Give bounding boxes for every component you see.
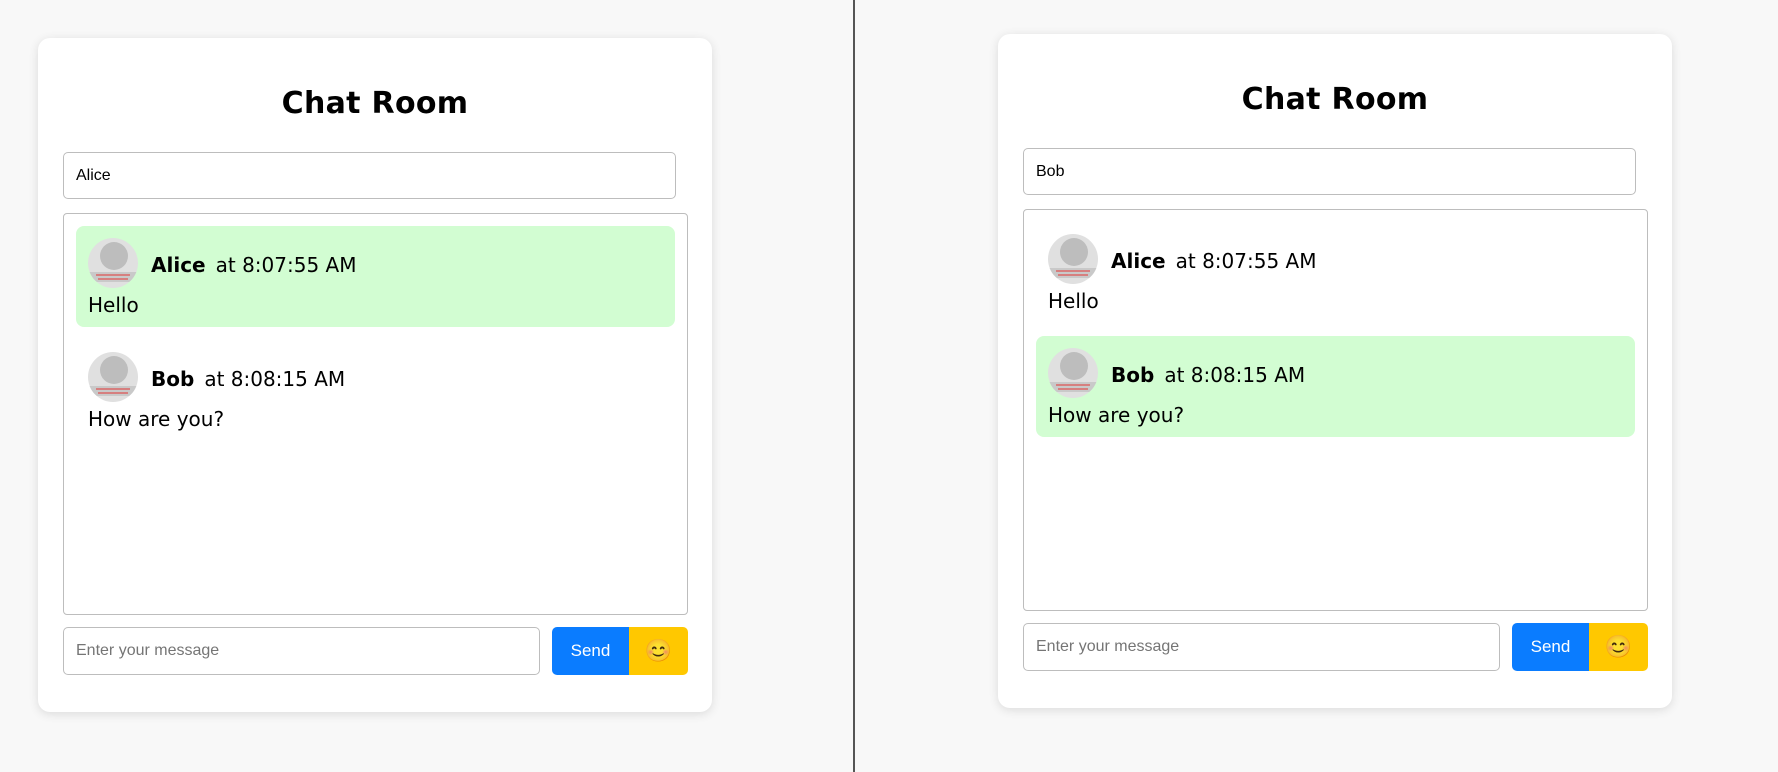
username-input[interactable] bbox=[63, 152, 676, 199]
message-username: Bob bbox=[1111, 363, 1155, 387]
message-header: Bob at 8:08:15 AM bbox=[1111, 363, 1305, 387]
message-item: Alice at 8:07:55 AM Hello bbox=[76, 226, 675, 327]
message-text: Hello bbox=[88, 293, 139, 317]
message-text: Hello bbox=[1048, 289, 1099, 313]
chat-card: Chat Room Alice at 8:07:55 AM Hello Bobat… bbox=[998, 34, 1672, 708]
message-timestamp: at 8:07:55 AM bbox=[215, 253, 357, 277]
emoji-button[interactable]: 😊 bbox=[1589, 623, 1648, 671]
message-timestamp: at 8:07:55 AM bbox=[1175, 249, 1317, 273]
message-input[interactable] bbox=[63, 627, 540, 675]
message-username: Alice bbox=[1111, 249, 1166, 273]
message-timestamp: at 8:08:15 AM bbox=[204, 367, 346, 391]
emoji-button[interactable]: 😊 bbox=[629, 627, 688, 675]
message-username: Bob bbox=[151, 367, 195, 391]
message-header: Bob at 8:08:15 AM bbox=[151, 367, 345, 391]
send-button[interactable]: Send bbox=[552, 627, 629, 675]
page-title: Chat Room bbox=[281, 86, 469, 121]
message-text: How are you? bbox=[88, 407, 225, 431]
left-chat-window: Chat Room Alice at 8:07:55 AM Hello Bobat… bbox=[0, 0, 853, 772]
message-text: How are you? bbox=[1048, 403, 1185, 427]
message-input[interactable] bbox=[1023, 623, 1500, 671]
chat-card: Chat Room Alice at 8:07:55 AM Hello Bobat… bbox=[38, 38, 712, 712]
smiley-icon: 😊 bbox=[644, 638, 673, 663]
message-username: Alice bbox=[151, 253, 206, 277]
avatar bbox=[88, 352, 138, 402]
username-input[interactable] bbox=[1023, 148, 1636, 195]
message-header: Alice at 8:07:55 AM bbox=[151, 253, 356, 277]
message-timestamp: at 8:08:15 AM bbox=[1164, 363, 1306, 387]
page-title: Chat Room bbox=[1241, 82, 1429, 117]
right-chat-window: Chat Room Alice at 8:07:55 AM Hello Bobat… bbox=[855, 0, 1778, 772]
message-list[interactable]: Alice at 8:07:55 AM Hello Bob at 8:08:15 A… bbox=[1023, 209, 1648, 611]
message-item: Alice at 8:07:55 AM Hello bbox=[1036, 222, 1635, 323]
avatar bbox=[1048, 234, 1098, 284]
smiley-icon: 😊 bbox=[1604, 634, 1633, 659]
message-item: Bob at 8:08:15 AM How are you? bbox=[76, 340, 675, 441]
avatar bbox=[1048, 348, 1098, 398]
message-header: Alice at 8:07:55 AM bbox=[1111, 249, 1316, 273]
message-item: Bob at 8:08:15 AM How are you? bbox=[1036, 336, 1635, 437]
avatar bbox=[88, 238, 138, 288]
message-list[interactable]: Alice at 8:07:55 AM Hello Bob at 8:08:15 A… bbox=[63, 213, 688, 615]
send-button[interactable]: Send bbox=[1512, 623, 1589, 671]
